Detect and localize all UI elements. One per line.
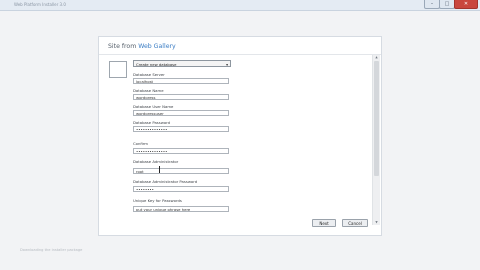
- database-administrator-input[interactable]: root: [133, 168, 229, 174]
- cancel-button[interactable]: Cancel: [342, 219, 368, 227]
- maximize-button[interactable]: □: [439, 0, 455, 9]
- scroll-down-arrow-icon[interactable]: ▼: [373, 220, 380, 225]
- database-administrator-password-input[interactable]: ••••••••: [133, 186, 229, 192]
- scrollbar-thumb[interactable]: [374, 61, 379, 176]
- database-option-value: Create new database: [136, 62, 177, 67]
- unique-key-label: Unique Key for Passwords: [133, 198, 182, 203]
- minimize-button[interactable]: –: [424, 0, 440, 9]
- window-titlebar: Web Platform Installer 3.0 – □ ✕: [0, 0, 480, 11]
- text-cursor-icon: [159, 166, 160, 173]
- database-user-name-input[interactable]: wordpressuser: [133, 110, 229, 116]
- database-name-label: Database Name: [133, 88, 164, 93]
- database-user-name-label: Database User Name: [133, 104, 174, 109]
- database-administrator-password-label: Database Administrator Password: [133, 179, 198, 184]
- status-text: Downloading the installer package: [20, 248, 83, 252]
- panel-title: Site from Web Gallery: [108, 43, 176, 50]
- database-administrator-label: Database Administrator: [133, 159, 179, 164]
- confirm-password-label: Confirm: [133, 141, 148, 146]
- panel-title-prefix: Site from: [108, 43, 139, 50]
- vertical-scrollbar[interactable]: ▲ ▼: [372, 55, 380, 225]
- next-button[interactable]: Next: [312, 219, 336, 227]
- configuration-panel: Site from Web Gallery Create new databas…: [98, 36, 382, 236]
- close-button[interactable]: ✕: [454, 0, 478, 9]
- database-name-input[interactable]: wordpress: [133, 94, 229, 100]
- database-option-select[interactable]: Create new database ▾: [133, 60, 231, 67]
- application-icon: [109, 61, 127, 78]
- scroll-up-arrow-icon[interactable]: ▲: [373, 55, 380, 60]
- title-divider: [99, 54, 381, 55]
- chevron-down-icon: ▾: [226, 62, 228, 67]
- unique-key-input[interactable]: put your unique phrase here: [133, 206, 229, 212]
- window-title: Web Platform Installer 3.0: [14, 2, 66, 7]
- database-server-label: Database Server: [133, 72, 165, 77]
- confirm-password-input[interactable]: ••••••••••••••: [133, 148, 229, 154]
- database-server-input[interactable]: localhost: [133, 78, 229, 84]
- panel-title-accent: Web Gallery: [138, 43, 176, 50]
- database-password-input[interactable]: ••••••••••••••: [133, 126, 229, 132]
- database-password-label: Database Password: [133, 120, 171, 125]
